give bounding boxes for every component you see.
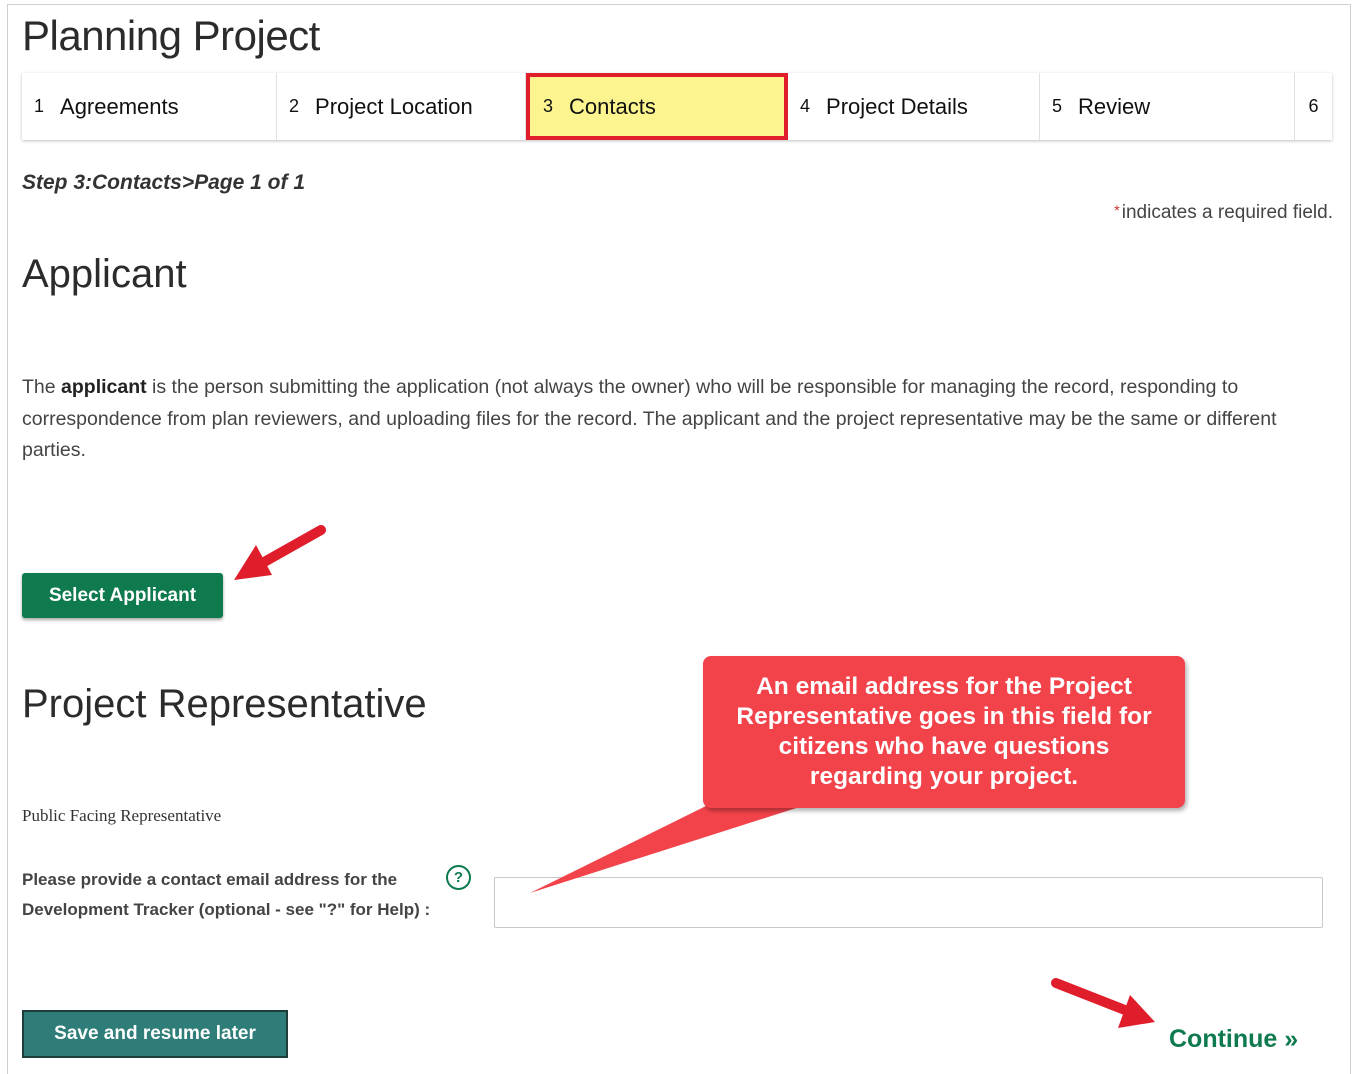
step-number: 1: [34, 96, 45, 116]
step-project-details[interactable]: 4 Project Details: [788, 73, 1040, 140]
project-representative-heading: Project Representative: [22, 682, 427, 726]
step-label: Project Details: [826, 93, 968, 119]
contact-email-input[interactable]: [494, 877, 1323, 928]
breadcrumb: Step 3:Contacts>Page 1 of 1: [22, 171, 305, 194]
step-label: Contacts: [569, 93, 656, 119]
intro-bold-applicant: applicant: [61, 376, 147, 398]
step-agreements[interactable]: 1 Agreements: [22, 73, 277, 140]
step-6[interactable]: 6: [1295, 73, 1332, 140]
applicant-heading: Applicant: [22, 252, 187, 296]
step-number: 6: [1308, 96, 1319, 116]
step-project-location[interactable]: 2 Project Location: [277, 73, 526, 140]
intro-prefix: The: [22, 376, 62, 398]
public-facing-representative-label: Public Facing Representative: [22, 806, 222, 825]
select-applicant-button[interactable]: Select Applicant: [22, 573, 223, 618]
step-number: 3: [543, 96, 554, 116]
step-number: 2: [289, 96, 300, 116]
required-field-note: * indicates a required field.: [1114, 202, 1333, 224]
step-navigation: 1 Agreements 2 Project Location 3 Contac…: [22, 73, 1332, 140]
required-star: *: [1114, 202, 1120, 218]
step-label: Agreements: [60, 93, 179, 119]
continue-link[interactable]: Continue »: [1169, 1025, 1298, 1054]
step-review[interactable]: 5 Review: [1040, 73, 1295, 140]
help-icon[interactable]: ?: [446, 865, 471, 890]
required-note-text: indicates a required field.: [1121, 202, 1333, 223]
annotation-callout: An email address for the Project Represe…: [703, 656, 1185, 808]
step-label: Project Location: [315, 93, 473, 119]
step-label: Review: [1078, 93, 1151, 119]
step-number: 5: [1052, 96, 1063, 116]
step-number: 4: [800, 96, 811, 116]
applicant-description: The applicant is the person submitting t…: [22, 372, 1337, 467]
intro-rest: is the person submitting the application…: [22, 376, 1277, 461]
contact-email-label: Please provide a contact email address f…: [22, 870, 431, 919]
step-contacts-active[interactable]: 3 Contacts: [526, 73, 788, 140]
page-title: Planning Project: [22, 12, 320, 59]
save-and-resume-later-button[interactable]: Save and resume later: [22, 1010, 288, 1058]
